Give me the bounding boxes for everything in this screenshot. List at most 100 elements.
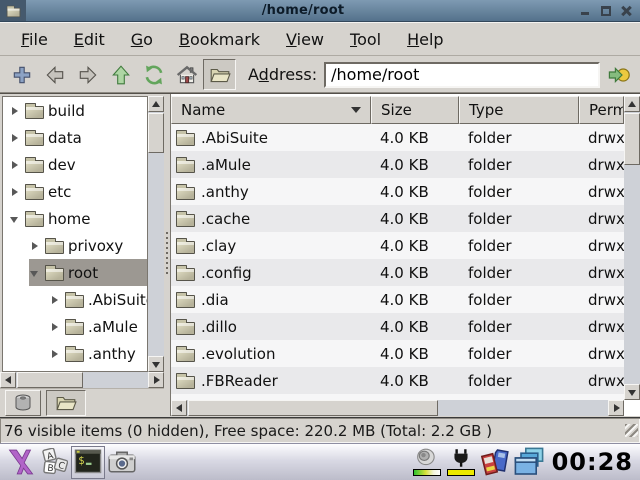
list-header: Name Size Type Perm [171,96,624,124]
scrollbar-thumb[interactable] [148,113,164,153]
column-header-size[interactable]: Size [371,96,459,124]
directory-tree-button[interactable] [46,390,86,416]
tree-horizontal-scrollbar[interactable] [0,372,164,388]
volume-level-bar [413,469,441,476]
tree-item-dev[interactable]: dev [3,151,147,178]
expander-icon[interactable] [9,132,21,144]
scroll-up-button[interactable] [624,96,640,112]
tree-vertical-scrollbar[interactable] [148,96,164,372]
minimize-icon[interactable] [580,5,592,17]
scrollbar-thumb[interactable] [17,372,83,388]
maximize-icon[interactable] [600,5,612,17]
tree-item-home[interactable]: home [3,205,147,232]
tree-item-anthy[interactable]: .anthy [3,340,147,367]
scrollbar-thumb[interactable] [624,113,640,165]
expander-icon[interactable] [29,267,41,279]
window-controls [580,5,632,17]
expander-icon[interactable] [29,240,41,252]
expander-icon[interactable] [49,294,61,306]
forward-button[interactable] [71,59,104,90]
expander-icon[interactable] [49,321,61,333]
file-list-pane: Name Size Type Perm .AbiSuite4.0 KBfolde… [170,94,640,416]
scroll-right-button[interactable] [148,372,164,388]
side-pane-toggle-button[interactable] [203,59,236,90]
memory-card-indicator[interactable] [478,446,512,479]
device-pane-button[interactable] [5,390,41,416]
menu-bookmark[interactable]: Bookmark [166,25,273,54]
file-row[interactable]: .dillo4.0 KBfolderdrwx [171,313,624,340]
taskbar-clock[interactable]: 00:28 [552,448,633,476]
expander-icon[interactable] [49,348,61,360]
taskbar: A B C $ [0,443,640,480]
screenshot-launcher[interactable] [105,446,139,479]
tree-item-etc[interactable]: etc [3,178,147,205]
power-indicator[interactable] [447,448,475,476]
close-icon[interactable] [620,5,632,17]
refresh-icon [143,64,165,86]
scroll-down-button[interactable] [148,356,164,372]
window-titlebar[interactable]: /home/root [0,0,640,22]
column-header-name[interactable]: Name [171,96,371,124]
window-list-button[interactable] [512,446,546,479]
column-header-type[interactable]: Type [459,96,579,124]
up-button[interactable] [104,59,137,90]
menu-file[interactable]: File [8,25,61,54]
device-pane-icon [13,393,33,413]
expander-icon[interactable] [9,159,21,171]
tree-item-privoxy[interactable]: privoxy [3,232,147,259]
scroll-down-button[interactable] [624,384,640,400]
tree-item-build[interactable]: build [3,97,147,124]
list-vertical-scrollbar[interactable] [624,96,640,400]
expander-icon[interactable] [9,213,21,225]
file-rows: .AbiSuite4.0 KBfolderdrwx .aMule4.0 KBfo… [171,124,624,400]
file-row[interactable]: .cache4.0 KBfolderdrwx [171,205,624,232]
input-method-launcher[interactable]: A B C [37,446,71,479]
address-input[interactable] [324,62,600,88]
tree-item-root[interactable]: root [3,259,147,286]
tree-item-abisuite[interactable]: .AbiSuite [3,286,147,313]
back-button[interactable] [38,59,71,90]
volume-indicator[interactable] [413,448,441,476]
terminal-launcher[interactable]: $ [71,446,105,479]
file-row[interactable]: .config4.0 KBfolderdrwx [171,259,624,286]
file-row[interactable]: .AbiSuite4.0 KBfolderdrwx [171,124,624,151]
scroll-left-button[interactable] [171,400,187,416]
tree-item-amule[interactable]: .aMule [3,313,147,340]
x11-launcher[interactable] [3,446,37,479]
folder-icon [25,160,44,173]
file-row[interactable]: .anthy4.0 KBfolderdrwx [171,178,624,205]
x11-icon [6,448,34,476]
go-button[interactable] [603,59,635,90]
scroll-left-button[interactable] [0,372,16,388]
new-tab-button[interactable] [5,59,38,90]
folder-icon [176,322,195,335]
resize-grip-icon[interactable] [625,424,638,437]
scroll-right-button[interactable] [608,400,624,416]
folder-icon [176,295,195,308]
expander-icon[interactable] [9,105,21,117]
file-row[interactable]: .aMule4.0 KBfolderdrwx [171,151,624,178]
input-method-icon: A B C [40,448,68,476]
statusbar: 76 visible items (0 hidden), Free space:… [0,417,640,443]
expander-icon[interactable] [9,186,21,198]
file-row[interactable]: .clay4.0 KBfolderdrwx [171,232,624,259]
file-row[interactable]: .FBReader4.0 KBfolderdrwx [171,367,624,394]
menu-view[interactable]: View [273,25,337,54]
address-label: Address: [248,65,317,84]
menu-tool[interactable]: Tool [337,25,394,54]
menu-help[interactable]: Help [394,25,456,54]
refresh-button[interactable] [137,59,170,90]
file-row[interactable]: .evolution4.0 KBfolderdrwx [171,340,624,367]
column-header-perm[interactable]: Perm [579,96,624,124]
menu-edit[interactable]: Edit [61,25,118,54]
list-horizontal-scrollbar[interactable] [171,400,624,416]
scrollbar-thumb[interactable] [188,400,438,416]
scroll-up-button[interactable] [148,96,164,112]
home-button[interactable] [170,59,203,90]
folder-icon [65,295,84,308]
tree-item-data[interactable]: data [3,124,147,151]
file-row[interactable]: .dia4.0 KBfolderdrwx [171,286,624,313]
side-pane: build data dev etc home privoxy root .Ab… [0,94,164,416]
menu-go[interactable]: Go [118,25,166,54]
window-menu-button[interactable] [0,0,26,21]
